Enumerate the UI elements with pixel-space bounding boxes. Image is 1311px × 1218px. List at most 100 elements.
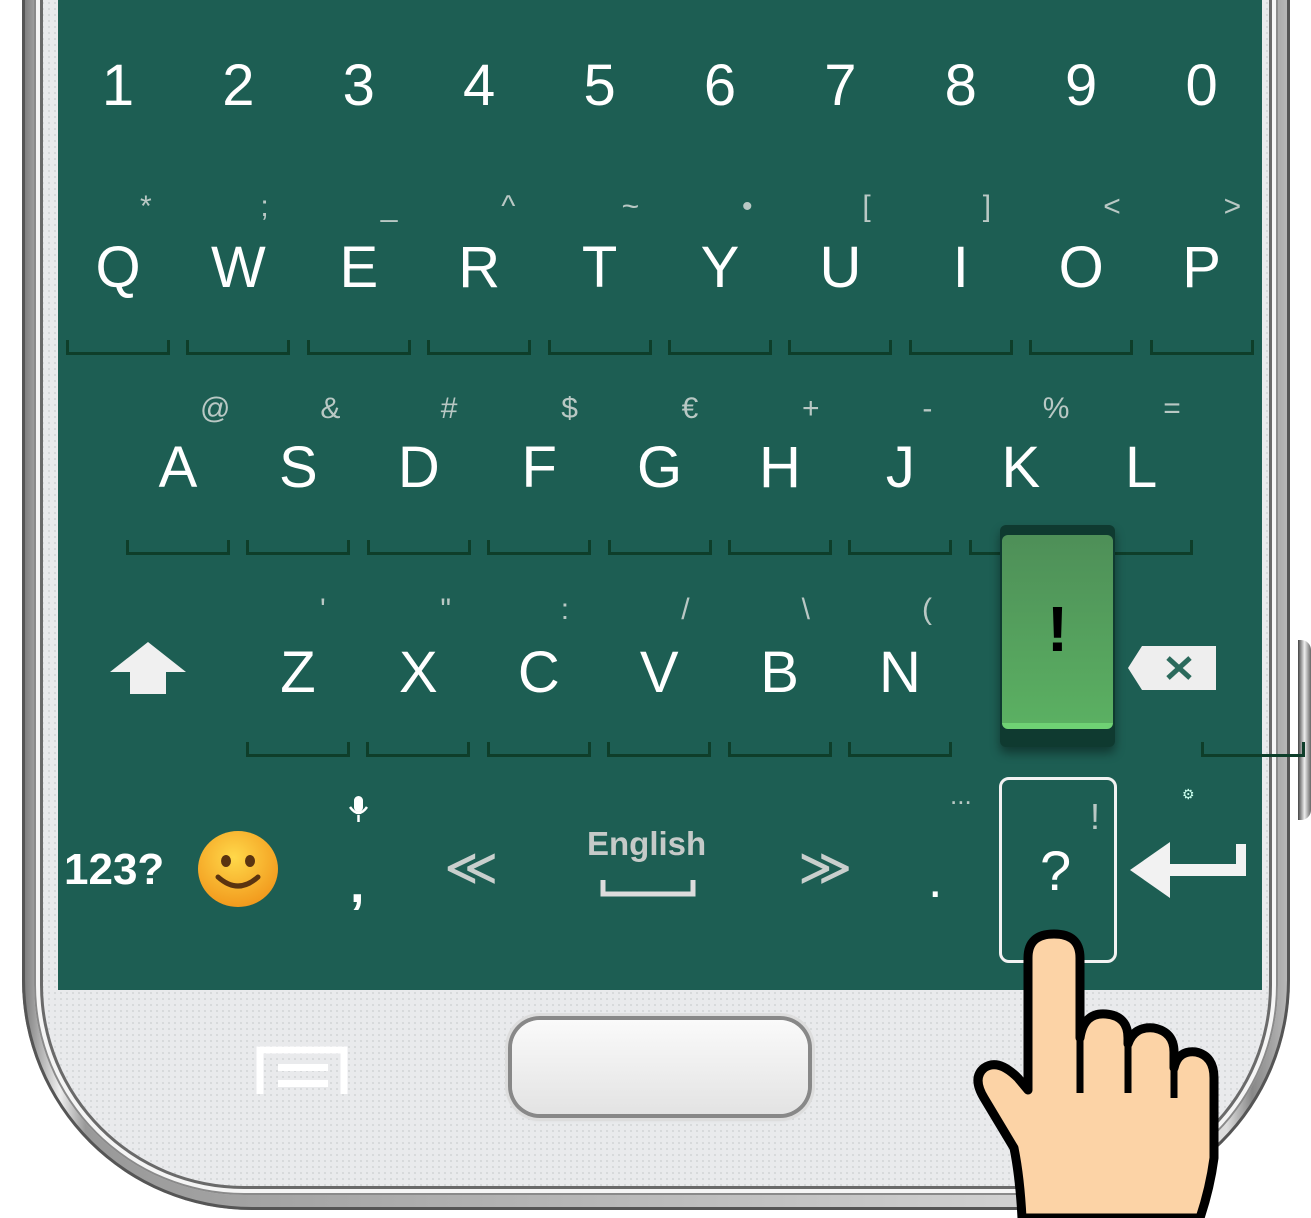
key-y[interactable]: Y <box>660 222 780 312</box>
key-d[interactable]: D <box>359 420 479 515</box>
home-button[interactable] <box>512 1020 808 1114</box>
key-hint: - <box>922 392 933 425</box>
question-key-label: ? <box>1040 839 1072 902</box>
key-hint: < <box>1103 190 1121 223</box>
key-hint: _ <box>380 190 398 223</box>
enter-icon[interactable] <box>1130 840 1248 900</box>
key-n[interactable]: N <box>840 625 960 720</box>
key-u[interactable]: U <box>780 222 900 312</box>
key-b[interactable]: B <box>720 625 840 720</box>
key-base <box>366 742 471 757</box>
settings-icon: ⚙ <box>1182 786 1195 802</box>
comma-key[interactable]: , <box>350 855 364 915</box>
key-base <box>186 340 291 355</box>
key-hint: ~ <box>621 190 640 223</box>
key-base <box>306 340 411 355</box>
number-key[interactable]: 9 <box>1021 40 1141 130</box>
key-base <box>607 742 712 757</box>
key-hint: ] <box>982 190 992 223</box>
backspace-icon[interactable] <box>1128 646 1216 690</box>
key-j[interactable]: J <box>840 420 960 515</box>
key-base <box>727 742 832 757</box>
key-k[interactable]: K <box>961 420 1081 515</box>
key-g[interactable]: G <box>600 420 720 515</box>
key-hint: + <box>802 392 820 425</box>
key-hint: [ <box>862 190 871 223</box>
key-hint: = <box>1163 392 1181 425</box>
key-base <box>908 340 1013 355</box>
shift-icon[interactable] <box>108 640 188 696</box>
key-hint: * <box>140 190 152 223</box>
key-base <box>427 340 532 355</box>
pointing-hand-icon <box>973 929 1219 1218</box>
symbols-key[interactable]: 123? <box>64 845 164 895</box>
key-base <box>848 742 952 757</box>
key-base <box>1201 742 1306 757</box>
key-s[interactable]: S <box>238 420 358 515</box>
key-hint: • <box>742 190 753 223</box>
number-key[interactable]: 1 <box>58 40 178 130</box>
menu-icon[interactable] <box>256 1044 348 1096</box>
key-base <box>487 540 592 555</box>
number-key[interactable]: 2 <box>178 40 298 130</box>
key-base <box>668 340 772 355</box>
key-hint: ( <box>922 593 932 626</box>
key-f[interactable]: F <box>479 420 599 515</box>
space-bar-icon[interactable] <box>600 878 696 898</box>
key-z[interactable]: Z <box>238 625 358 720</box>
key-base <box>126 540 230 555</box>
key-hint: ; <box>260 190 269 223</box>
key-preview-popup: ! <box>1000 525 1115 747</box>
key-c[interactable]: C <box>479 625 599 720</box>
key-hint: $ <box>561 392 578 425</box>
key-base <box>66 340 170 355</box>
number-key[interactable]: 4 <box>419 40 539 130</box>
key-base <box>607 540 712 555</box>
period-hint: ... <box>950 780 972 810</box>
side-button <box>1298 640 1311 820</box>
number-key[interactable]: 6 <box>660 40 780 130</box>
key-h[interactable]: H <box>720 420 840 515</box>
key-base <box>246 742 350 757</box>
microphone-icon <box>348 796 369 822</box>
key-x[interactable]: X <box>358 625 478 720</box>
key-o[interactable]: O <box>1021 222 1141 312</box>
key-hint: % <box>1042 392 1070 425</box>
key-p[interactable]: P <box>1142 222 1262 312</box>
key-e[interactable]: E <box>299 222 419 312</box>
key-i[interactable]: I <box>901 222 1021 312</box>
language-label: English <box>587 825 707 862</box>
number-key[interactable]: 0 <box>1142 40 1262 130</box>
key-r[interactable]: R <box>419 222 539 312</box>
key-w[interactable]: W <box>178 222 298 312</box>
key-base <box>848 540 953 555</box>
key-l[interactable]: L <box>1081 420 1201 515</box>
cursor-left-key[interactable]: ≪ <box>444 838 498 898</box>
key-base <box>1029 340 1134 355</box>
key-hint: " <box>440 593 452 626</box>
key-hint: \ <box>801 593 810 626</box>
key-hint: & <box>320 392 341 425</box>
cursor-right-key[interactable]: ≫ <box>798 838 852 898</box>
key-base <box>246 540 351 555</box>
key-hint: / <box>681 593 690 626</box>
key-hint: ^ <box>501 190 516 223</box>
number-key[interactable]: 5 <box>540 40 660 130</box>
key-base <box>486 742 591 757</box>
key-base <box>1149 340 1254 355</box>
key-t[interactable]: T <box>540 222 660 312</box>
key-base <box>728 540 832 555</box>
number-key[interactable]: 7 <box>780 40 900 130</box>
key-base <box>788 340 893 355</box>
key-a[interactable]: A <box>118 420 238 515</box>
key-q[interactable]: Q <box>58 222 178 312</box>
question-key-hint: ! <box>1090 796 1101 837</box>
key-v[interactable]: V <box>599 625 719 720</box>
number-key[interactable]: 3 <box>299 40 419 130</box>
emoji-key[interactable] <box>196 829 280 909</box>
number-key[interactable]: 8 <box>901 40 1021 130</box>
period-key[interactable]: . <box>928 850 942 910</box>
key-hint: : <box>560 593 570 626</box>
key-hint: € <box>681 392 699 425</box>
key-hint: > <box>1223 190 1242 223</box>
